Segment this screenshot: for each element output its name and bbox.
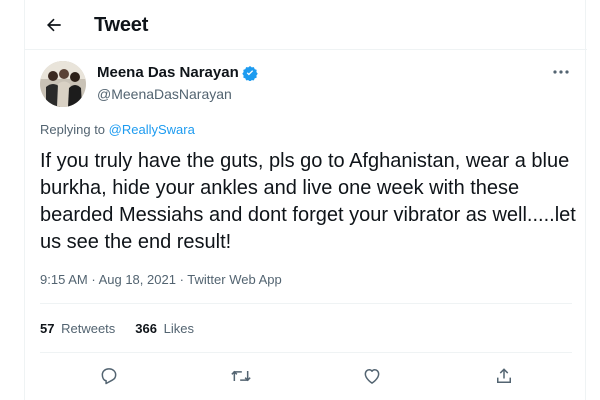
divider xyxy=(40,352,572,353)
share-icon xyxy=(494,366,514,386)
action-bar xyxy=(25,360,587,390)
more-horizontal-icon xyxy=(552,69,570,75)
reply-target-link[interactable]: @ReallySwara xyxy=(109,122,195,137)
author-handle[interactable]: @MeenaDasNarayan xyxy=(97,85,232,103)
meta-separator: · xyxy=(91,272,96,287)
author-name[interactable]: Meena Das Narayan xyxy=(97,64,239,82)
retweets-stat[interactable]: 57 Retweets xyxy=(40,320,115,338)
like-icon xyxy=(362,366,382,386)
back-button[interactable] xyxy=(39,10,69,40)
reply-icon xyxy=(99,366,119,386)
tweet-source-app[interactable]: Twitter Web App xyxy=(187,272,281,287)
reply-button[interactable] xyxy=(97,364,121,388)
avatar[interactable] xyxy=(40,61,86,107)
retweets-label: Retweets xyxy=(61,321,116,336)
replying-to-label: Replying to xyxy=(40,122,106,137)
meta-separator: · xyxy=(179,272,184,287)
replying-to: Replying to @ReallySwara xyxy=(40,121,195,138)
like-button[interactable] xyxy=(360,364,384,388)
more-options-button[interactable] xyxy=(549,62,573,82)
retweets-count: 57 xyxy=(40,321,55,336)
retweet-icon xyxy=(230,366,252,386)
tweet-page: Tweet Meena Das Narayan @MeenaDasNarayan… xyxy=(0,0,600,400)
author-name-line: Meena Das Narayan xyxy=(97,64,258,82)
header-bar: Tweet xyxy=(25,0,587,50)
likes-label: Likes xyxy=(163,321,194,336)
tweet-time[interactable]: 9:15 AM xyxy=(40,272,88,287)
tweet-column: Tweet Meena Das Narayan @MeenaDasNarayan… xyxy=(24,0,587,400)
page-title: Tweet xyxy=(94,14,149,36)
verified-badge-icon xyxy=(242,65,258,81)
tweet-metadata: 9:15 AM · Aug 18, 2021 · Twitter Web App xyxy=(40,271,282,289)
divider xyxy=(40,303,572,304)
retweet-button[interactable] xyxy=(229,364,253,388)
share-button[interactable] xyxy=(492,364,516,388)
arrow-left-icon xyxy=(44,15,64,35)
tweet-text: If you truly have the guts, pls go to Af… xyxy=(40,150,576,253)
engagement-stats: 57 Retweets 366 Likes xyxy=(40,320,214,338)
likes-count: 366 xyxy=(135,321,157,336)
tweet-date[interactable]: Aug 18, 2021 xyxy=(99,272,176,287)
likes-stat[interactable]: 366 Likes xyxy=(135,320,194,338)
